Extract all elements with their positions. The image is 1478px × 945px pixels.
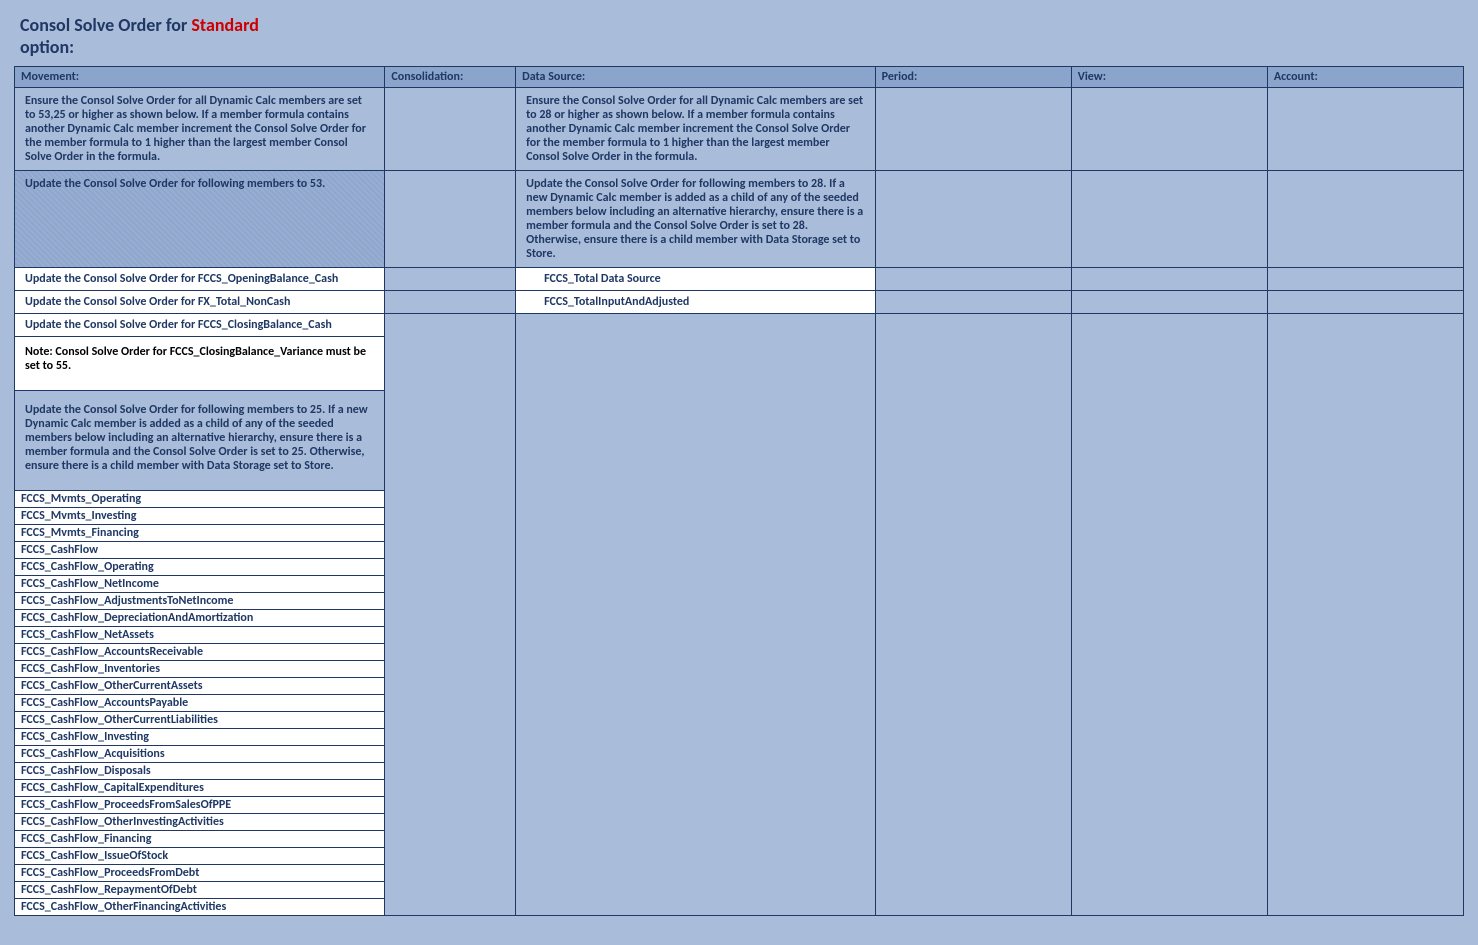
movement-closing: Update the Consol Solve Order for FCCS_C… (15, 314, 385, 337)
datasource-totalds: FCCS_Total Data Source (516, 268, 876, 291)
white-row-1: Update the Consol Solve Order for FCCS_O… (15, 268, 1464, 291)
member-cell: FCCS_CashFlow_CapitalExpenditures (15, 780, 385, 797)
title-prefix: Consol Solve Order for (20, 14, 191, 36)
empty-cell (1071, 314, 1267, 916)
member-cell: FCCS_CashFlow_Investing (15, 729, 385, 746)
member-cell: FCCS_CashFlow_OtherFinancingActivities (15, 899, 385, 916)
empty-cell (385, 88, 516, 171)
empty-cell (1071, 291, 1267, 314)
header-row: Movement: Consolidation: Data Source: Pe… (15, 67, 1464, 88)
member-cell: FCCS_CashFlow_OtherCurrentLiabilities (15, 712, 385, 729)
member-cell: FCCS_CashFlow_AdjustmentsToNetIncome (15, 593, 385, 610)
movement-note: Note: Consol Solve Order for FCCS_Closin… (15, 337, 385, 391)
update-row-1: Update the Consol Solve Order for follow… (15, 171, 1464, 268)
member-cell: FCCS_CashFlow_Operating (15, 559, 385, 576)
white-row-2: Update the Consol Solve Order for FX_Tot… (15, 291, 1464, 314)
empty-cell (1267, 268, 1463, 291)
movement-fx: Update the Consol Solve Order for FX_Tot… (15, 291, 385, 314)
member-cell: FCCS_CashFlow_AccountsReceivable (15, 644, 385, 661)
header-consolidation: Consolidation: (385, 67, 516, 88)
empty-cell (1267, 314, 1463, 916)
member-cell: FCCS_CashFlow_Acquisitions (15, 746, 385, 763)
member-cell: FCCS_Mvmts_Operating (15, 491, 385, 508)
member-cell: FCCS_CashFlow_IssueOfStock (15, 848, 385, 865)
movement-intro: Ensure the Consol Solve Order for all Dy… (15, 88, 385, 171)
empty-cell (516, 314, 876, 916)
datasource-intro: Ensure the Consol Solve Order for all Dy… (516, 88, 876, 171)
member-cell: FCCS_CashFlow_ProceedsFromDebt (15, 865, 385, 882)
member-cell: FCCS_CashFlow_ProceedsFromSalesOfPPE (15, 797, 385, 814)
empty-cell (1267, 171, 1463, 268)
datasource-update28: Update the Consol Solve Order for follow… (516, 171, 876, 268)
movement-opening: Update the Consol Solve Order for FCCS_O… (15, 268, 385, 291)
empty-cell (1071, 88, 1267, 171)
intro-row: Ensure the Consol Solve Order for all Dy… (15, 88, 1464, 171)
member-cell: FCCS_CashFlow_RepaymentOfDebt (15, 882, 385, 899)
member-cell: FCCS_CashFlow_Inventories (15, 661, 385, 678)
movement-update53: Update the Consol Solve Order for follow… (15, 171, 385, 268)
empty-cell (1267, 88, 1463, 171)
white-row-3: Update the Consol Solve Order for FCCS_C… (15, 314, 1464, 337)
header-movement: Movement: (15, 67, 385, 88)
empty-cell (875, 171, 1071, 268)
header-view: View: (1071, 67, 1267, 88)
header-period: Period: (875, 67, 1071, 88)
member-cell: FCCS_CashFlow_OtherCurrentAssets (15, 678, 385, 695)
empty-cell (385, 314, 516, 916)
member-cell: FCCS_Mvmts_Investing (15, 508, 385, 525)
member-cell: FCCS_CashFlow_DepreciationAndAmortizatio… (15, 610, 385, 627)
member-cell: FCCS_CashFlow_OtherInvestingActivities (15, 814, 385, 831)
member-cell: FCCS_CashFlow_AccountsPayable (15, 695, 385, 712)
member-cell: FCCS_CashFlow_Disposals (15, 763, 385, 780)
empty-cell (1071, 268, 1267, 291)
header-account: Account: (1267, 67, 1463, 88)
title-suffix: option: (20, 36, 74, 58)
empty-cell (385, 171, 516, 268)
empty-cell (875, 88, 1071, 171)
member-cell: FCCS_Mvmts_Financing (15, 525, 385, 542)
empty-cell (875, 268, 1071, 291)
empty-cell (1071, 171, 1267, 268)
page-title: Consol Solve Order for Standard option: (20, 14, 1458, 58)
header-datasource: Data Source: (516, 67, 876, 88)
member-cell: FCCS_CashFlow_NetAssets (15, 627, 385, 644)
member-cell: FCCS_CashFlow_Financing (15, 831, 385, 848)
empty-cell (385, 268, 516, 291)
member-cell: FCCS_CashFlow_NetIncome (15, 576, 385, 593)
title-standard: Standard (191, 14, 259, 36)
empty-cell (1267, 291, 1463, 314)
movement-update25: Update the Consol Solve Order for follow… (15, 391, 385, 491)
solve-order-table: Movement: Consolidation: Data Source: Pe… (14, 66, 1464, 916)
member-cell: FCCS_CashFlow (15, 542, 385, 559)
empty-cell (875, 291, 1071, 314)
empty-cell (875, 314, 1071, 916)
datasource-totalinputadj: FCCS_TotalInputAndAdjusted (516, 291, 876, 314)
empty-cell (385, 291, 516, 314)
